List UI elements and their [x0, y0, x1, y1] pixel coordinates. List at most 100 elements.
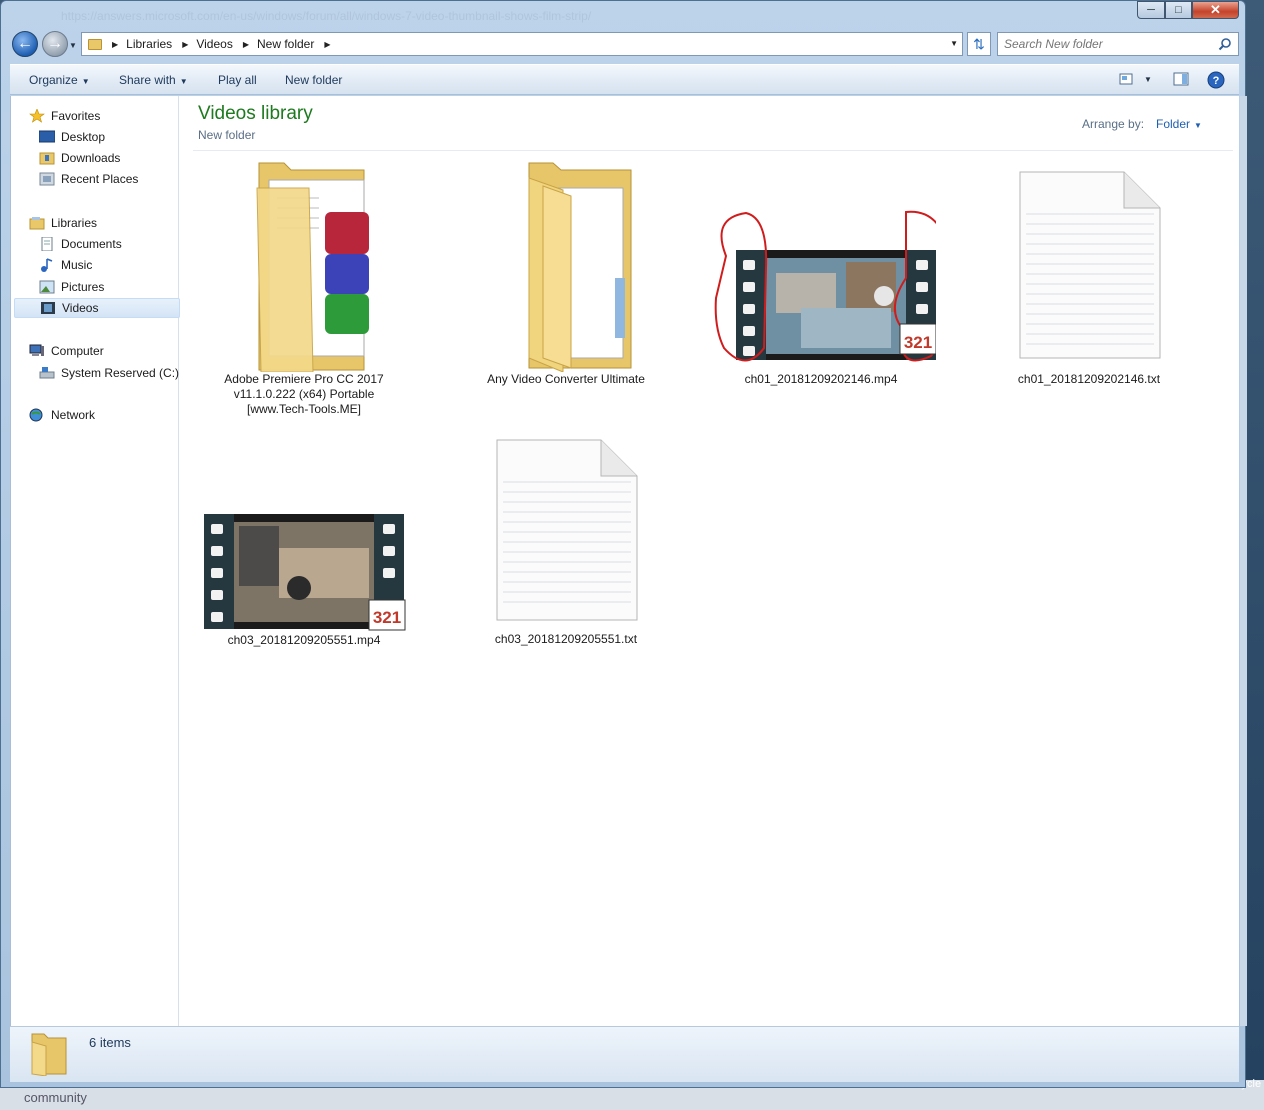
search-input[interactable]: [1004, 34, 1214, 54]
change-view-icon[interactable]: [1119, 72, 1135, 86]
rar-folder-icon: [256, 162, 369, 372]
file-item-ch03-txt[interactable]: ch03_20181209205551.txt: [451, 436, 681, 647]
sidebar-item-label: Favorites: [51, 109, 101, 123]
back-arrow-icon: ←: [17, 35, 33, 52]
file-item-label: Adobe Premiere Pro CC 2017: [224, 372, 384, 386]
sidebar-item-desktop[interactable]: Desktop: [39, 127, 205, 147]
music-icon: [41, 258, 53, 272]
background-text: community: [24, 1090, 87, 1105]
share-with-menu[interactable]: Share with ▼: [119, 73, 188, 87]
sidebar-item-label: Downloads: [61, 151, 121, 165]
chevron-down-icon: ▼: [81, 77, 90, 86]
folder-icon: [88, 38, 102, 50]
folder-icon: [528, 162, 632, 372]
sidebar-item-network[interactable]: Network: [29, 405, 195, 425]
view-options-dropdown-icon[interactable]: ▼: [1144, 75, 1152, 84]
help-icon[interactable]: ?: [1207, 71, 1225, 89]
close-button[interactable]: ✕: [1192, 1, 1239, 19]
organize-menu[interactable]: Organize ▼: [29, 73, 90, 87]
file-item-any-video-converter-folder[interactable]: Any Video Converter Ultimate: [451, 158, 681, 387]
sidebar-item-label: Desktop: [61, 130, 106, 144]
star-icon: [29, 109, 45, 123]
details-pane: 6 items: [10, 1026, 1239, 1082]
videos-icon: [41, 302, 55, 314]
recent-pages-dropdown[interactable]: ▼: [69, 41, 77, 50]
search-icon[interactable]: [1218, 37, 1232, 51]
library-subfolder-label: New folder: [198, 128, 256, 142]
refresh-button[interactable]: ⇅: [967, 32, 991, 56]
sidebar-item-system-reserved[interactable]: System Reserved (C:): [39, 363, 205, 383]
video-thumbnail: 321: [204, 514, 406, 631]
breadcrumb-separator[interactable]: ▶: [112, 40, 118, 49]
sidebar-item-label: System Reserved (C:): [61, 366, 180, 380]
sidebar-item-label: Documents: [61, 237, 122, 251]
sidebar-item-label: Network: [51, 408, 96, 422]
documents-icon: [41, 237, 53, 251]
library-title: Videos library: [198, 103, 313, 124]
file-item-ch01-txt[interactable]: ch01_20181209202146.txt: [974, 158, 1204, 387]
file-item-ch03-mp4[interactable]: 321 ch03_20181209205551.mp4: [189, 508, 419, 648]
breadcrumb-separator[interactable]: ▶: [182, 40, 188, 49]
pictures-icon: [39, 280, 55, 294]
sidebar-item-label: Music: [61, 258, 93, 272]
sidebar-item-documents[interactable]: Documents: [39, 234, 205, 254]
breadcrumb-new-folder[interactable]: New folder: [257, 37, 314, 51]
back-button[interactable]: ←: [12, 31, 38, 57]
sidebar-item-label: Computer: [51, 344, 104, 358]
sidebar-item-label: Pictures: [61, 280, 105, 294]
sidebar-item-label: Videos: [62, 301, 99, 315]
breadcrumb-separator[interactable]: ▶: [243, 40, 249, 49]
file-item-label: ch03_20181209205551.mp4: [227, 633, 381, 647]
sidebar-item-computer[interactable]: Computer: [29, 341, 195, 361]
sidebar-item-label: Libraries: [51, 216, 98, 230]
file-item-label: Any Video Converter Ultimate: [487, 372, 645, 386]
sidebar-item-music[interactable]: Music: [39, 255, 205, 275]
address-dropdown-icon[interactable]: ▼: [950, 39, 958, 48]
new-folder-button[interactable]: New folder: [285, 73, 342, 87]
recent-places-icon: [39, 172, 55, 186]
chevron-down-icon: ▼: [179, 77, 188, 86]
arrange-by-dropdown[interactable]: Folder ▼: [1156, 117, 1202, 131]
file-item-label: ch01_20181209202146.txt: [1017, 372, 1161, 386]
window-right-border: [1240, 96, 1247, 1026]
sidebar-item-favorites[interactable]: Favorites: [29, 106, 195, 126]
breadcrumb-libraries[interactable]: Libraries: [126, 37, 172, 51]
sidebar-item-downloads[interactable]: Downloads: [39, 148, 205, 168]
folder-icon: [31, 1033, 67, 1076]
file-item-adobe-premiere-folder[interactable]: Adobe Premiere Pro CC 2017 v11.1.0.222 (…: [189, 158, 419, 417]
text-file-icon: [496, 439, 638, 621]
file-item-label: ch01_20181209202146.mp4: [744, 372, 898, 386]
breadcrumb-videos[interactable]: Videos: [196, 37, 232, 51]
file-item-label: ch03_20181209205551.txt: [494, 632, 638, 646]
sidebar-item-pictures[interactable]: Pictures: [39, 277, 205, 297]
minimize-button[interactable]: ─: [1137, 1, 1165, 19]
sidebar-item-libraries[interactable]: Libraries: [29, 213, 195, 233]
downloads-folder-icon: [39, 152, 55, 165]
file-item-ch01-mp4[interactable]: 321 ch01_20181209202146.mp4: [706, 158, 936, 387]
address-bar[interactable]: ▶ Libraries ▶ Videos ▶ New folder ▶ ▼: [81, 32, 963, 56]
video-thumbnail: 321: [714, 210, 936, 362]
search-box[interactable]: [997, 32, 1239, 56]
explorer-window: https://answers.microsoft.com/en-us/wind…: [0, 0, 1247, 1088]
media-player-badge: 321: [904, 333, 932, 352]
forward-arrow-icon: →: [47, 35, 63, 52]
organize-label: Organize: [29, 73, 78, 87]
preview-pane-icon[interactable]: [1173, 72, 1189, 86]
sidebar-item-videos[interactable]: Videos: [14, 298, 180, 318]
navigation-pane: Favorites Desktop Downloads Recent Place…: [11, 96, 180, 1026]
maximize-button[interactable]: □: [1165, 1, 1192, 19]
computer-icon: [29, 344, 44, 356]
faded-background-url: https://answers.microsoft.com/en-us/wind…: [61, 9, 592, 23]
forward-button[interactable]: →: [42, 31, 68, 57]
sidebar-item-recent-places[interactable]: Recent Places: [39, 169, 205, 189]
refresh-icon: ⇅: [973, 35, 985, 52]
command-bar: Organize ▼ Share with ▼ Play all New folde…: [10, 64, 1239, 95]
header-divider: [193, 150, 1233, 151]
play-all-button[interactable]: Play all: [218, 73, 257, 87]
file-list-area: Videos library New folder Arrange by: Fo…: [189, 96, 1239, 1026]
arrange-by-label: Arrange by:: [1082, 117, 1145, 131]
breadcrumb-separator[interactable]: ▶: [324, 40, 330, 49]
item-count: 6 items: [89, 1035, 131, 1050]
sidebar-item-label: Recent Places: [61, 172, 139, 186]
text-file-icon: [1019, 171, 1161, 359]
